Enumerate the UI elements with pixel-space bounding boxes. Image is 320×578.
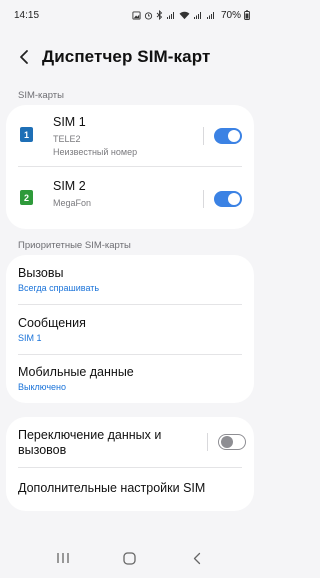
signal-icon [206,11,214,19]
sim-2-name: SIM 2 [53,179,86,193]
recent-apps-icon[interactable] [48,543,78,573]
sim-1-number: Неизвестный номер [53,147,138,157]
header: Диспетчер SIM-карт [0,42,260,72]
battery-icon [244,10,250,20]
priority-messages-row[interactable]: Сообщения SIM 1 [6,305,254,354]
sim-cards-card: 1 SIM 1 TELE2 Неизвестный номер 2 SIM 2 … [6,105,254,229]
bluetooth-icon [156,10,163,20]
signal-icon [166,11,174,19]
section-label-sim-cards: SIM-карты [18,90,64,101]
priority-calls-value: Всегда спрашивать [18,283,100,293]
more-sim-settings-row[interactable]: Дополнительные настройки SIM [6,468,254,511]
back-icon[interactable] [182,543,212,573]
data-call-switch-title-line1: Переключение данных и [18,428,162,442]
sim-1-toggle[interactable] [214,128,242,144]
sim-2-row[interactable]: 2 SIM 2 MegaFon [6,167,254,229]
divider-vertical [207,433,208,451]
signal-icon [193,11,201,19]
navigation-bar [0,538,260,578]
priority-messages-value: SIM 1 [18,333,42,343]
data-call-switch-toggle[interactable] [218,434,246,450]
data-call-switch-row[interactable]: Переключение данных и вызовов [6,417,254,467]
priority-messages-title: Сообщения [18,316,86,330]
priority-mobile-data-value: Выключено [18,382,66,392]
status-icons: 70% [132,10,250,21]
divider-vertical [203,190,204,208]
sim-2-carrier: MegaFon [53,198,92,208]
page-title: Диспетчер SIM-карт [42,47,211,66]
home-icon[interactable] [115,543,145,573]
data-call-switch-title-line2: вызовов [18,443,67,457]
priority-card: Вызовы Всегда спрашивать Сообщения SIM 1… [6,255,254,403]
other-settings-card: Переключение данных и вызовов Дополнител… [6,417,254,511]
sim-1-name: SIM 1 [53,115,86,129]
divider-vertical [203,127,204,145]
image-icon [132,10,141,20]
more-sim-settings-title: Дополнительные настройки SIM [18,481,206,495]
alarm-icon [144,11,153,20]
sim-1-badge-icon: 1 [20,127,33,142]
priority-calls-title: Вызовы [18,266,64,280]
battery-percent: 70% [220,9,241,21]
section-label-priority: Приоритетные SIM-карты [18,240,131,251]
priority-mobile-data-row[interactable]: Мобильные данные Выключено [6,355,254,403]
priority-calls-row[interactable]: Вызовы Всегда спрашивать [6,255,254,304]
sim-2-badge-icon: 2 [20,190,33,205]
wifi-icon [179,11,190,19]
status-bar: 14:15 70% [0,0,260,30]
back-arrow-icon[interactable] [12,45,36,69]
sim-1-row[interactable]: 1 SIM 1 TELE2 Неизвестный номер [6,105,254,166]
sim-1-carrier: TELE2 [53,134,81,144]
priority-mobile-data-title: Мобильные данные [18,365,134,379]
status-time: 14:15 [14,9,40,21]
sim-2-toggle[interactable] [214,191,242,207]
